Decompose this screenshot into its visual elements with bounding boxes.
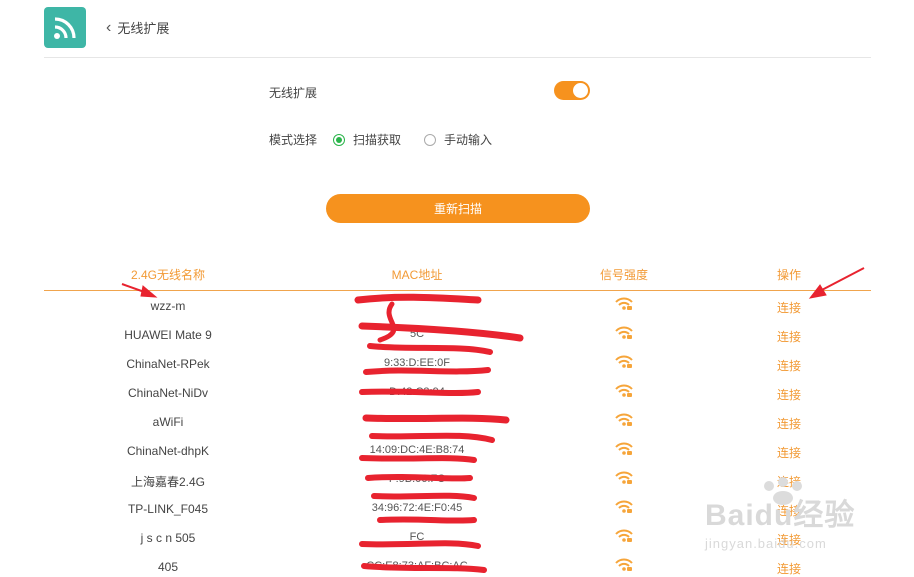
- red-scribble: [354, 293, 524, 573]
- mac-address: 9:33:D:EE:0F: [383, 357, 451, 369]
- rss-icon: [54, 17, 76, 39]
- wifi-signal-icon: [615, 558, 633, 577]
- network-name: 上海嘉春2.4G: [130, 475, 206, 489]
- wifi-signal-icon: [615, 326, 633, 345]
- mac-address: FC: [409, 531, 425, 543]
- network-name: TP-LINK_F045: [127, 502, 209, 516]
- header-divider: [44, 57, 871, 58]
- baidu-watermark: Baidu经验 jingyan.baidu.com: [705, 477, 855, 551]
- back-button[interactable]: ‹ 无线扩展: [106, 18, 169, 37]
- network-name: HUAWEI Mate 9: [124, 328, 212, 342]
- page-title: 无线扩展: [117, 21, 170, 36]
- radio-unchecked-icon: [424, 133, 436, 146]
- mac-address: 5C: [409, 328, 425, 340]
- connect-link[interactable]: 连接: [777, 560, 801, 577]
- wifi-signal-icon: [615, 529, 633, 548]
- network-name: ChinaNet-RPek: [126, 357, 210, 371]
- wifi-signal-icon: [615, 384, 633, 403]
- col-header-mac: MAC地址: [391, 268, 443, 282]
- mac-address: 14:09:DC:4E:B8:74: [369, 444, 465, 456]
- network-name: j s c n 505: [140, 531, 196, 545]
- wifi-signal-icon: [615, 355, 633, 374]
- network-name: wzz-m: [150, 299, 186, 313]
- arrow-right-annotation: [808, 267, 865, 299]
- wifi-signal-icon: [615, 297, 633, 316]
- connect-link[interactable]: 连接: [777, 386, 801, 403]
- mac-address: F:9B:06:FC: [388, 473, 446, 485]
- wifi-signal-icon: [615, 442, 633, 461]
- network-name: 405: [157, 560, 179, 574]
- network-name: ChinaNet-dhpK: [126, 444, 210, 458]
- radio-scan[interactable]: 扫描获取: [333, 131, 401, 148]
- col-header-name: 2.4G无线名称: [130, 268, 206, 282]
- rescan-button[interactable]: 重新扫描: [326, 194, 590, 223]
- radio-scan-label: 扫描获取: [353, 133, 402, 147]
- radio-checked-icon: [333, 133, 345, 146]
- wifi-signal-icon: [615, 471, 633, 490]
- connect-link[interactable]: 连接: [777, 444, 801, 461]
- toggle-knob: [573, 83, 588, 98]
- chevron-left-icon: ‹: [106, 18, 112, 36]
- radio-manual[interactable]: 手动输入: [424, 131, 492, 148]
- network-name: ChinaNet-NiDv: [127, 386, 209, 400]
- mac-address: CC:E8:73:AF:BC:AC: [366, 560, 468, 572]
- connect-link[interactable]: 连接: [777, 328, 801, 345]
- paw-icon: [764, 477, 802, 505]
- extend-label: 无线扩展: [269, 86, 318, 100]
- mac-address: D:42:C3:94: [389, 386, 445, 398]
- mode-label: 模式选择: [269, 133, 318, 147]
- wifi-signal-icon: [615, 413, 633, 432]
- col-header-action: 操作: [776, 268, 802, 282]
- connect-link[interactable]: 连接: [777, 357, 801, 374]
- network-name: aWiFi: [152, 415, 184, 429]
- connect-link[interactable]: 连接: [777, 299, 801, 316]
- col-header-signal: 信号强度: [599, 268, 649, 282]
- app-logo: [44, 7, 86, 48]
- wifi-signal-icon: [615, 500, 633, 519]
- radio-manual-label: 手动输入: [444, 133, 493, 147]
- table-header-divider: [44, 290, 871, 291]
- watermark-url: jingyan.baidu.com: [705, 536, 827, 551]
- extend-toggle[interactable]: [554, 81, 590, 100]
- connect-link[interactable]: 连接: [777, 415, 801, 432]
- mac-address: 34:96:72:4E:F0:45: [371, 502, 463, 514]
